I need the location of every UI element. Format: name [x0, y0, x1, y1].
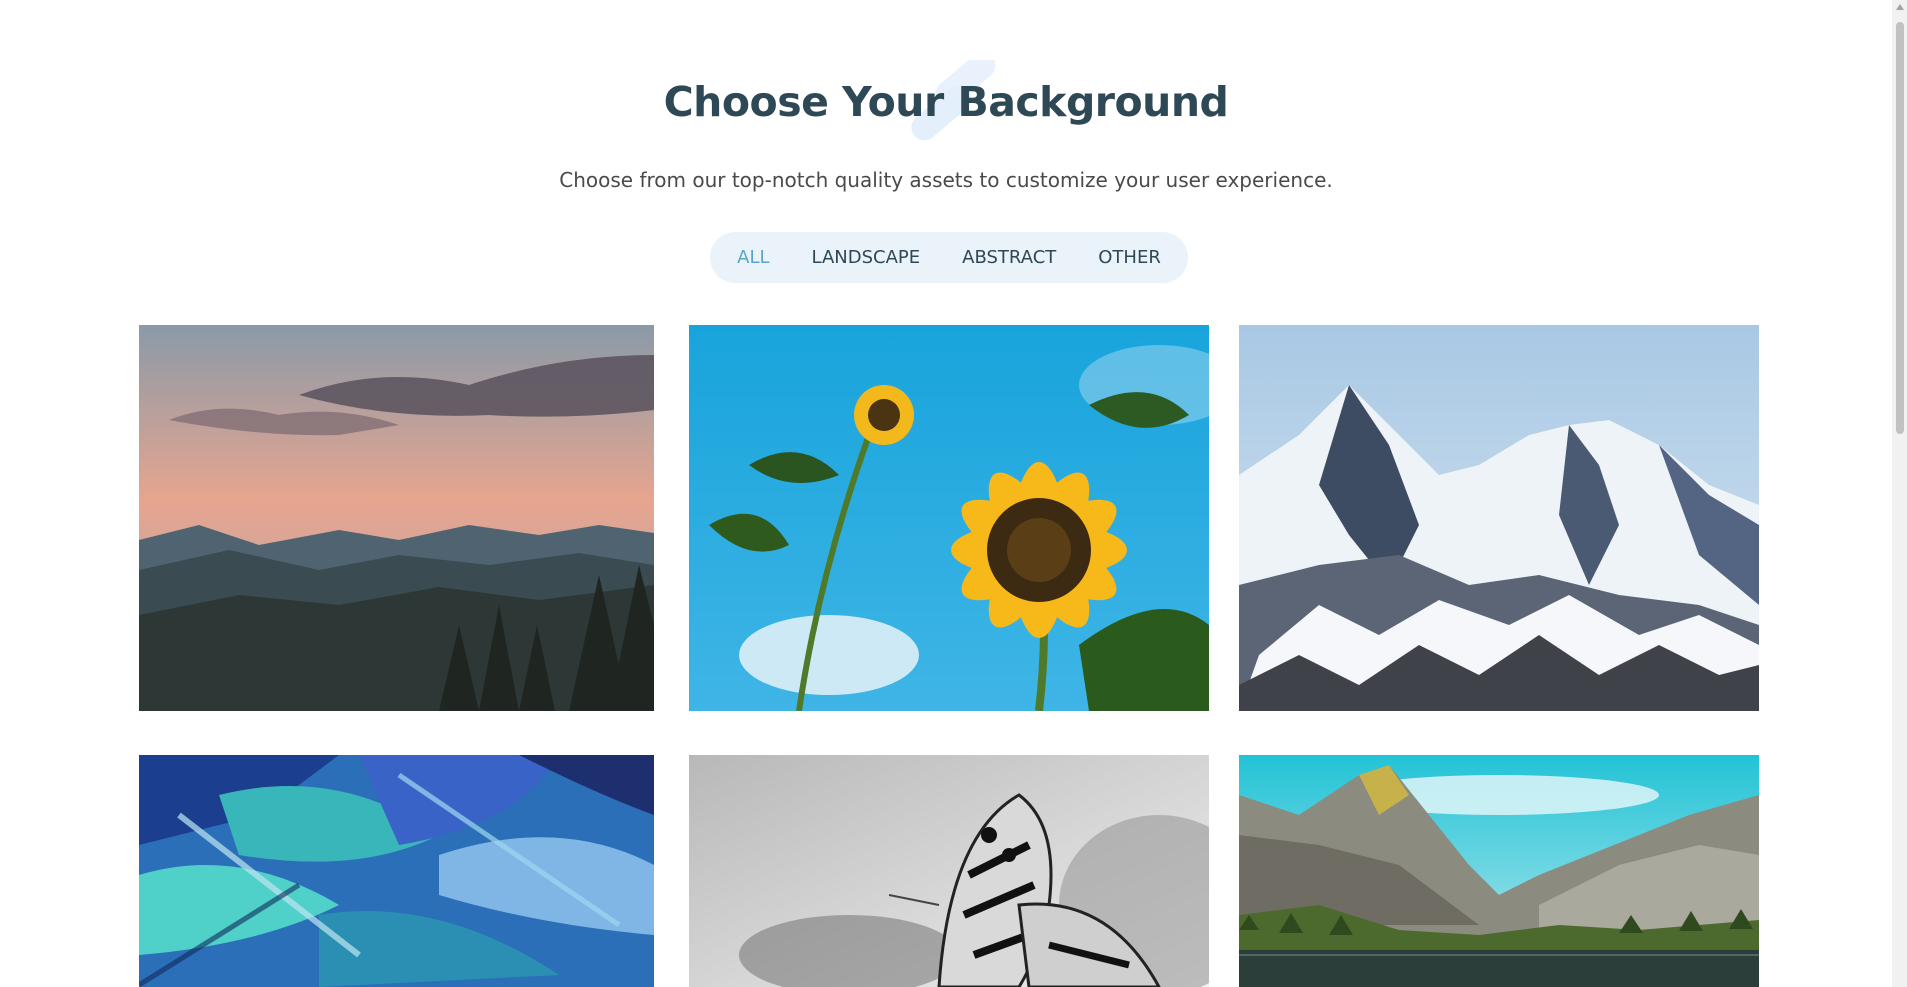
page-scrollbar[interactable] [1892, 0, 1907, 987]
gallery-item-sunset-mountains[interactable] [139, 325, 654, 711]
gallery-item-snowy-peaks[interactable] [1239, 325, 1759, 711]
gallery-item-sunflower[interactable] [689, 325, 1209, 711]
filter-tab-abstract[interactable]: ABSTRACT [962, 247, 1056, 268]
scrollbar-thumb[interactable] [1896, 22, 1904, 434]
gallery-item-butterfly[interactable] [689, 755, 1209, 987]
sunset-mountains-image [139, 325, 654, 711]
page-subtitle: Choose from our top-notch quality assets… [559, 168, 1333, 192]
filter-tab-all[interactable]: ALL [737, 247, 769, 268]
mountain-lake-image [1239, 755, 1759, 987]
filter-tab-landscape[interactable]: LANDSCAPE [812, 247, 921, 268]
page-title: Choose Your Background [663, 78, 1229, 126]
butterfly-bw-image [689, 755, 1209, 987]
filter-tabs: ALL LANDSCAPE ABSTRACT OTHER [710, 232, 1188, 283]
scroll-up-arrow-icon[interactable] [1896, 4, 1904, 10]
filter-tab-other[interactable]: OTHER [1098, 247, 1161, 268]
sunflower-image [689, 325, 1209, 711]
page: Choose Your Background Choose from our t… [0, 0, 1892, 987]
gallery-item-mountain-lake[interactable] [1239, 755, 1759, 987]
gallery-item-abstract-blue-paint[interactable] [139, 755, 654, 987]
abstract-blue-paint-image [139, 755, 654, 987]
snowy-peaks-image [1239, 325, 1759, 711]
